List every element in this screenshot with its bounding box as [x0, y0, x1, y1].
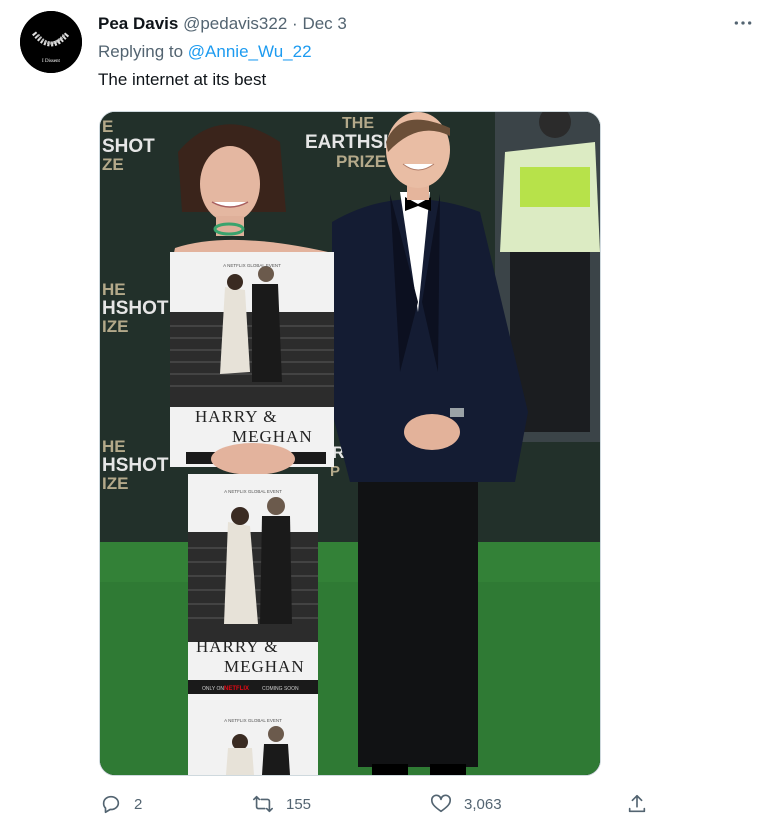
poster-dress: A NETFLIX GLOBAL EVENT HARRY & MEGHAN A … — [170, 252, 334, 775]
replying-to: Replying to @Annie_Wu_22 — [98, 41, 312, 63]
reply-icon — [102, 795, 120, 814]
reply-button[interactable]: 2 — [100, 790, 142, 818]
like-button[interactable]: 3,063 — [430, 790, 502, 818]
poster-top-text: A NETFLIX GLOBAL EVENT — [223, 263, 281, 268]
author-handle[interactable]: @pedavis322 — [183, 14, 287, 33]
poster-top-text: A NETFLIX GLOBAL EVENT — [224, 489, 282, 494]
poster-title-line1: HARRY & — [196, 637, 278, 656]
poster-footer-right: COMING SOON — [262, 686, 299, 692]
backdrop-fragment: ZE — [102, 155, 124, 174]
retweet-icon — [253, 795, 273, 813]
backdrop-fragment: E — [102, 117, 113, 136]
tweet-header: Pea Davis @pedavis322 · Dec 3 — [98, 13, 347, 35]
tweet-text: The internet at its best — [98, 70, 267, 89]
replying-to-label: Replying to — [98, 42, 184, 61]
backdrop-word: THE — [342, 115, 374, 132]
reply-count: 2 — [134, 795, 143, 813]
photo-image: E SHOT ZE HE HSHOT IZE HE HSHOT IZE THE … — [100, 112, 600, 775]
avatar[interactable]: I Dissent — [20, 11, 82, 73]
tweet[interactable]: I Dissent Pea Davis @pedavis322 · Dec 3 … — [0, 0, 776, 832]
tweet-date[interactable]: Dec 3 — [302, 14, 346, 33]
more-options-button[interactable] — [731, 12, 755, 34]
collar-logo-icon: I Dissent — [20, 11, 82, 73]
retweet-count: 155 — [286, 795, 312, 813]
netflix-logo-text: NETFLIX — [224, 686, 249, 692]
backdrop-fragment: HSHOT — [102, 298, 169, 319]
like-count: 3,063 — [464, 795, 502, 813]
author-name[interactable]: Pea Davis — [98, 14, 178, 33]
poster-top-text: A NETFLIX GLOBAL EVENT — [224, 718, 282, 723]
poster-footer-left: ONLY ON — [202, 686, 224, 692]
backdrop-fragment: SHOT — [102, 136, 155, 157]
backdrop-fragment: HSHOT — [102, 455, 169, 476]
tweet-photo[interactable]: E SHOT ZE HE HSHOT IZE HE HSHOT IZE THE … — [99, 111, 601, 776]
tweet-actions: 2 155 3,063 — [98, 790, 658, 820]
poster-title-line2: MEGHAN — [232, 427, 313, 446]
backdrop-fragment: HE — [102, 280, 126, 299]
heart-icon — [431, 794, 451, 813]
retweet-button[interactable]: 155 — [252, 790, 311, 818]
backdrop-fragment: IZE — [102, 474, 128, 493]
backdrop-fragment: HE — [102, 437, 126, 456]
poster-title-line1: HARRY & — [195, 407, 277, 426]
backdrop-fragment: IZE — [102, 317, 128, 336]
reply-mention-link[interactable]: @Annie_Wu_22 — [188, 42, 312, 61]
more-horizontal-icon — [734, 21, 752, 25]
avatar-caption: I Dissent — [42, 59, 61, 64]
separator-dot: · — [292, 14, 298, 33]
share-icon — [628, 794, 646, 813]
backdrop-word: PRIZE — [336, 152, 386, 171]
poster-title-line2: MEGHAN — [224, 657, 305, 676]
share-button[interactable] — [626, 790, 648, 818]
